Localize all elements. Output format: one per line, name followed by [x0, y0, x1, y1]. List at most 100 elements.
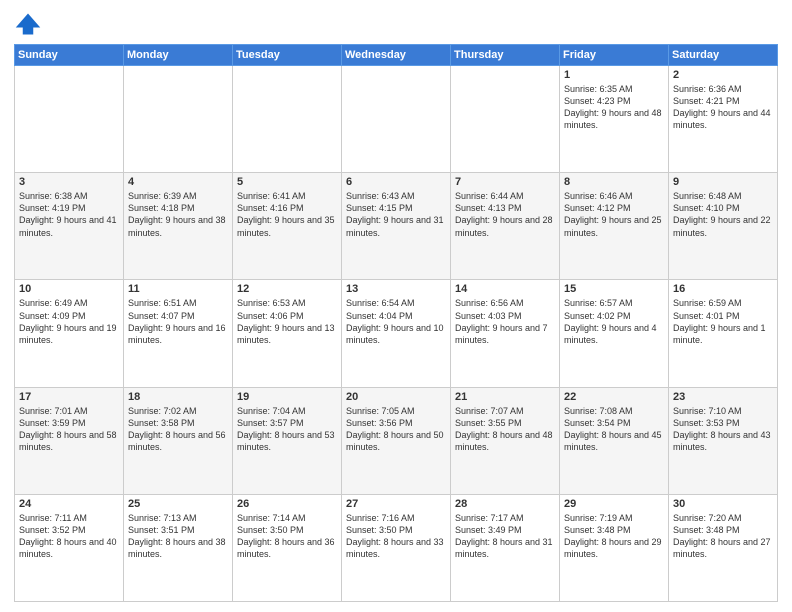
day-number: 13 — [346, 283, 446, 295]
calendar-cell: 5 Sunrise: 6:41 AM Sunset: 4:16 PM Daylig… — [233, 173, 342, 280]
calendar-cell: 28 Sunrise: 7:17 AM Sunset: 3:49 PM Dayli… — [451, 494, 560, 601]
day-number: 27 — [346, 498, 446, 510]
week-row-2: 10 Sunrise: 6:49 AM Sunset: 4:09 PM Dayli… — [15, 280, 778, 387]
day-header-wednesday: Wednesday — [342, 45, 451, 66]
calendar-cell: 22 Sunrise: 7:08 AM Sunset: 3:54 PM Dayli… — [560, 387, 669, 494]
calendar-cell: 7 Sunrise: 6:44 AM Sunset: 4:13 PM Daylig… — [451, 173, 560, 280]
day-number: 25 — [128, 498, 228, 510]
calendar-cell — [15, 66, 124, 173]
calendar-cell: 9 Sunrise: 6:48 AM Sunset: 4:10 PM Daylig… — [669, 173, 778, 280]
day-info: Sunrise: 6:48 AM Sunset: 4:10 PM Dayligh… — [673, 190, 773, 239]
day-number: 9 — [673, 176, 773, 188]
day-info: Sunrise: 7:13 AM Sunset: 3:51 PM Dayligh… — [128, 512, 228, 561]
day-number: 12 — [237, 283, 337, 295]
calendar-cell: 29 Sunrise: 7:19 AM Sunset: 3:48 PM Dayli… — [560, 494, 669, 601]
day-header-friday: Friday — [560, 45, 669, 66]
day-number: 22 — [564, 391, 664, 403]
day-info: Sunrise: 7:01 AM Sunset: 3:59 PM Dayligh… — [19, 405, 119, 454]
day-number: 21 — [455, 391, 555, 403]
calendar-cell: 26 Sunrise: 7:14 AM Sunset: 3:50 PM Dayli… — [233, 494, 342, 601]
day-number: 6 — [346, 176, 446, 188]
day-info: Sunrise: 7:04 AM Sunset: 3:57 PM Dayligh… — [237, 405, 337, 454]
calendar-cell: 20 Sunrise: 7:05 AM Sunset: 3:56 PM Dayli… — [342, 387, 451, 494]
calendar-cell: 12 Sunrise: 6:53 AM Sunset: 4:06 PM Dayli… — [233, 280, 342, 387]
calendar-cell — [342, 66, 451, 173]
logo-icon — [14, 10, 42, 38]
day-number: 26 — [237, 498, 337, 510]
day-number: 15 — [564, 283, 664, 295]
day-header-monday: Monday — [124, 45, 233, 66]
calendar-cell: 8Sunrise: 6:46 AM Sunset: 4:12 PM Daylig… — [560, 173, 669, 280]
day-info: Sunrise: 6:54 AM Sunset: 4:04 PM Dayligh… — [346, 297, 446, 346]
day-number: 24 — [19, 498, 119, 510]
day-header-saturday: Saturday — [669, 45, 778, 66]
calendar-cell: 10 Sunrise: 6:49 AM Sunset: 4:09 PM Dayli… — [15, 280, 124, 387]
week-row-3: 17Sunrise: 7:01 AM Sunset: 3:59 PM Dayli… — [15, 387, 778, 494]
day-number: 5 — [237, 176, 337, 188]
day-info: Sunrise: 7:02 AM Sunset: 3:58 PM Dayligh… — [128, 405, 228, 454]
day-info: Sunrise: 6:35 AM Sunset: 4:23 PM Dayligh… — [564, 83, 664, 132]
day-number: 16 — [673, 283, 773, 295]
day-info: Sunrise: 6:41 AM Sunset: 4:16 PM Dayligh… — [237, 190, 337, 239]
calendar-cell: 30Sunrise: 7:20 AM Sunset: 3:48 PM Dayli… — [669, 494, 778, 601]
day-info: Sunrise: 6:59 AM Sunset: 4:01 PM Dayligh… — [673, 297, 773, 346]
day-number: 14 — [455, 283, 555, 295]
day-number: 7 — [455, 176, 555, 188]
calendar-cell: 25 Sunrise: 7:13 AM Sunset: 3:51 PM Dayli… — [124, 494, 233, 601]
day-number: 11 — [128, 283, 228, 295]
calendar-cell: 6 Sunrise: 6:43 AM Sunset: 4:15 PM Daylig… — [342, 173, 451, 280]
calendar-cell: 21Sunrise: 7:07 AM Sunset: 3:55 PM Dayli… — [451, 387, 560, 494]
day-info: Sunrise: 7:17 AM Sunset: 3:49 PM Dayligh… — [455, 512, 555, 561]
calendar-cell: 19 Sunrise: 7:04 AM Sunset: 3:57 PM Dayli… — [233, 387, 342, 494]
calendar-cell: 3Sunrise: 6:38 AM Sunset: 4:19 PM Daylig… — [15, 173, 124, 280]
day-number: 29 — [564, 498, 664, 510]
week-row-1: 3Sunrise: 6:38 AM Sunset: 4:19 PM Daylig… — [15, 173, 778, 280]
day-info: Sunrise: 6:38 AM Sunset: 4:19 PM Dayligh… — [19, 190, 119, 239]
header-row: SundayMondayTuesdayWednesdayThursdayFrid… — [15, 45, 778, 66]
day-number: 1 — [564, 69, 664, 81]
day-number: 18 — [128, 391, 228, 403]
day-info: Sunrise: 7:10 AM Sunset: 3:53 PM Dayligh… — [673, 405, 773, 454]
calendar-cell: 17Sunrise: 7:01 AM Sunset: 3:59 PM Dayli… — [15, 387, 124, 494]
day-header-tuesday: Tuesday — [233, 45, 342, 66]
calendar-header: SundayMondayTuesdayWednesdayThursdayFrid… — [15, 45, 778, 66]
day-info: Sunrise: 6:53 AM Sunset: 4:06 PM Dayligh… — [237, 297, 337, 346]
day-number: 20 — [346, 391, 446, 403]
day-info: Sunrise: 6:56 AM Sunset: 4:03 PM Dayligh… — [455, 297, 555, 346]
calendar-cell: 23Sunrise: 7:10 AM Sunset: 3:53 PM Dayli… — [669, 387, 778, 494]
week-row-4: 24Sunrise: 7:11 AM Sunset: 3:52 PM Dayli… — [15, 494, 778, 601]
day-info: Sunrise: 6:49 AM Sunset: 4:09 PM Dayligh… — [19, 297, 119, 346]
day-info: Sunrise: 6:43 AM Sunset: 4:15 PM Dayligh… — [346, 190, 446, 239]
day-info: Sunrise: 6:51 AM Sunset: 4:07 PM Dayligh… — [128, 297, 228, 346]
calendar-cell — [451, 66, 560, 173]
calendar-cell — [233, 66, 342, 173]
day-number: 10 — [19, 283, 119, 295]
day-info: Sunrise: 6:44 AM Sunset: 4:13 PM Dayligh… — [455, 190, 555, 239]
calendar-cell: 27 Sunrise: 7:16 AM Sunset: 3:50 PM Dayli… — [342, 494, 451, 601]
day-info: Sunrise: 6:39 AM Sunset: 4:18 PM Dayligh… — [128, 190, 228, 239]
calendar-cell: 16 Sunrise: 6:59 AM Sunset: 4:01 PM Dayli… — [669, 280, 778, 387]
calendar-cell: 18 Sunrise: 7:02 AM Sunset: 3:58 PM Dayli… — [124, 387, 233, 494]
calendar-cell — [124, 66, 233, 173]
day-header-sunday: Sunday — [15, 45, 124, 66]
day-header-thursday: Thursday — [451, 45, 560, 66]
day-info: Sunrise: 7:16 AM Sunset: 3:50 PM Dayligh… — [346, 512, 446, 561]
calendar-body: 1 Sunrise: 6:35 AM Sunset: 4:23 PM Daylig… — [15, 66, 778, 602]
calendar-cell: 2 Sunrise: 6:36 AM Sunset: 4:21 PM Daylig… — [669, 66, 778, 173]
calendar-cell: 11 Sunrise: 6:51 AM Sunset: 4:07 PM Dayli… — [124, 280, 233, 387]
page: SundayMondayTuesdayWednesdayThursdayFrid… — [0, 0, 792, 612]
day-info: Sunrise: 7:14 AM Sunset: 3:50 PM Dayligh… — [237, 512, 337, 561]
logo — [14, 10, 46, 38]
day-info: Sunrise: 7:20 AM Sunset: 3:48 PM Dayligh… — [673, 512, 773, 561]
day-info: Sunrise: 7:19 AM Sunset: 3:48 PM Dayligh… — [564, 512, 664, 561]
week-row-0: 1 Sunrise: 6:35 AM Sunset: 4:23 PM Daylig… — [15, 66, 778, 173]
day-info: Sunrise: 7:08 AM Sunset: 3:54 PM Dayligh… — [564, 405, 664, 454]
day-number: 2 — [673, 69, 773, 81]
day-info: Sunrise: 7:05 AM Sunset: 3:56 PM Dayligh… — [346, 405, 446, 454]
day-number: 19 — [237, 391, 337, 403]
day-info: Sunrise: 6:57 AM Sunset: 4:02 PM Dayligh… — [564, 297, 664, 346]
header — [14, 10, 778, 38]
day-number: 28 — [455, 498, 555, 510]
day-info: Sunrise: 6:36 AM Sunset: 4:21 PM Dayligh… — [673, 83, 773, 132]
calendar-cell: 1 Sunrise: 6:35 AM Sunset: 4:23 PM Daylig… — [560, 66, 669, 173]
